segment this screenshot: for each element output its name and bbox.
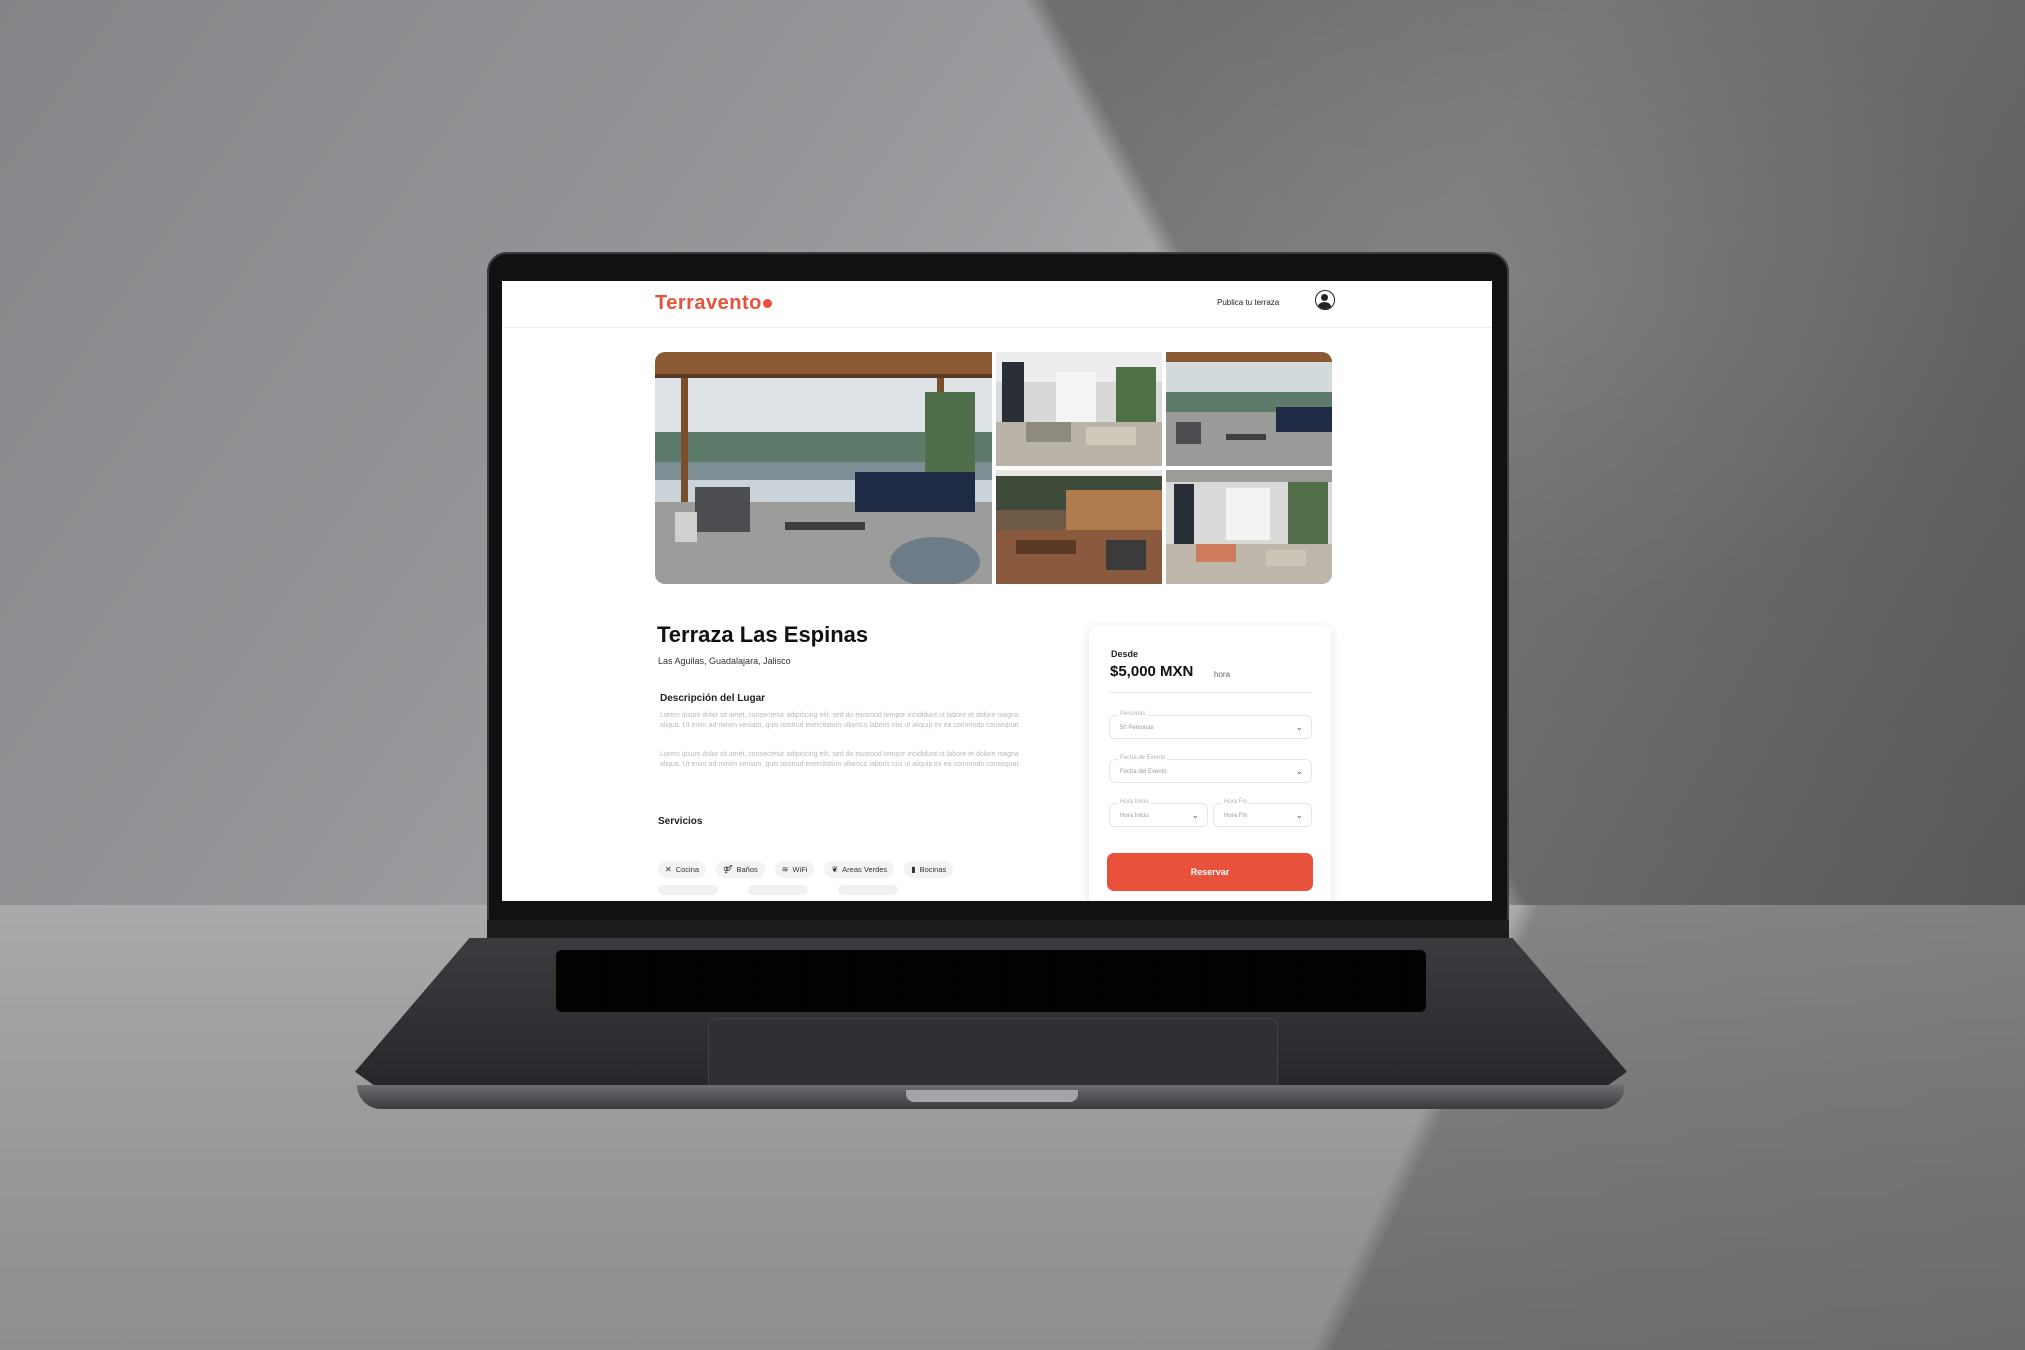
photo-gallery bbox=[655, 352, 1332, 584]
field-value: Fecha del Evento bbox=[1120, 769, 1167, 775]
service-chip-areas-verdes: ❦ Areas Verdes bbox=[824, 861, 895, 878]
field-value: Hora Fin bbox=[1224, 813, 1248, 819]
booking-card: Desde $5,000 MXN hora Personas 50 Person… bbox=[1089, 626, 1331, 901]
price-value: $5,000 MXN bbox=[1110, 663, 1194, 680]
laptop-hinge bbox=[487, 920, 1509, 938]
field-value: 50 Personas bbox=[1120, 725, 1154, 731]
field-label: Personas bbox=[1118, 709, 1148, 719]
price-from-label: Desde bbox=[1111, 649, 1139, 659]
laptop-screen: Terravento Publica tu terraza Terraza La… bbox=[502, 281, 1492, 901]
place-location: Las Aguilas, Guadalajara, Jalisco bbox=[658, 656, 791, 666]
chevron-down-icon: ⌄ bbox=[1191, 810, 1199, 820]
description-paragraph: Lorem ipsum dolor sit amet, consectetur … bbox=[660, 751, 1021, 768]
chevron-down-icon: ⌄ bbox=[1295, 766, 1303, 776]
event-date-select[interactable]: Fecha de Evento Fecha del Evento ⌄ bbox=[1109, 753, 1312, 783]
place-title: Terraza Las Espinas bbox=[657, 622, 869, 647]
courtyard-pergola-photo[interactable] bbox=[1166, 470, 1332, 584]
service-chip-wifi: ≋ WiFi bbox=[774, 861, 815, 878]
service-label: Baños bbox=[736, 865, 758, 874]
field-label: Hora Inicio bbox=[1118, 797, 1151, 807]
laptop-keyboard bbox=[556, 950, 1426, 1012]
terravento-logo[interactable]: Terravento bbox=[655, 291, 772, 315]
leaf-icon: ❦ bbox=[831, 864, 839, 874]
bar-patio-photo[interactable] bbox=[996, 470, 1162, 584]
speaker-icon: ▮ bbox=[911, 864, 916, 874]
service-label: Areas Verdes bbox=[842, 865, 888, 874]
field-label: Hora Fin bbox=[1222, 797, 1250, 807]
end-time-select[interactable]: Hora Fin Hora Fin ⌄ bbox=[1213, 797, 1312, 827]
logo-text: Terravento bbox=[655, 292, 762, 314]
rooftop-sofa-photo[interactable] bbox=[1166, 352, 1332, 466]
service-label: WiFi bbox=[792, 865, 808, 874]
guests-select[interactable]: Personas 50 Personas ⌄ bbox=[1109, 709, 1312, 739]
laptop-opening-notch bbox=[906, 1090, 1078, 1102]
wifi-icon: ≋ bbox=[781, 864, 789, 874]
services-heading: Servicios bbox=[658, 816, 703, 827]
terrace-lounge-photo[interactable] bbox=[655, 352, 992, 584]
user-account-icon[interactable] bbox=[1315, 290, 1335, 310]
chevron-down-icon: ⌄ bbox=[1295, 722, 1303, 732]
description-paragraph: Lorem ipsum dolor sit amet, consectetur … bbox=[660, 712, 1021, 729]
list-item bbox=[658, 885, 718, 895]
chevron-down-icon: ⌄ bbox=[1295, 810, 1303, 820]
services-list-more bbox=[658, 885, 958, 901]
list-item bbox=[838, 885, 898, 895]
laptop-trackpad bbox=[708, 1018, 1278, 1090]
site-header: Terravento Publica tu terraza bbox=[502, 281, 1492, 328]
service-label: Cocina bbox=[675, 865, 700, 874]
field-label: Fecha de Evento bbox=[1118, 753, 1168, 763]
utensils-icon: ✕ bbox=[665, 864, 672, 874]
logo-dot-icon bbox=[762, 299, 772, 309]
service-chip-banos: ⚤ Baños bbox=[716, 861, 765, 878]
list-item bbox=[748, 885, 808, 895]
description-heading: Descripción del Lugar bbox=[660, 693, 766, 704]
publish-terrace-link[interactable]: Publica tu terraza bbox=[1217, 295, 1279, 311]
services-list: ✕ Cocina ⚤ Baños ≋ WiFi ❦ Areas Verdes ▮… bbox=[658, 861, 1078, 879]
field-value: Hora Inicio bbox=[1120, 813, 1149, 819]
price-unit: hora bbox=[1214, 670, 1231, 679]
service-label: Bocinas bbox=[919, 865, 947, 874]
divider bbox=[1109, 692, 1311, 693]
restroom-icon: ⚤ bbox=[723, 864, 733, 874]
start-time-select[interactable]: Hora Inicio Hora Inicio ⌄ bbox=[1109, 797, 1208, 827]
reserve-button[interactable]: Reservar bbox=[1107, 853, 1313, 891]
service-chip-bocinas: ▮ Bocinas bbox=[904, 861, 954, 878]
courtyard-photo[interactable] bbox=[996, 352, 1162, 466]
service-chip-cocina: ✕ Cocina bbox=[658, 861, 707, 878]
